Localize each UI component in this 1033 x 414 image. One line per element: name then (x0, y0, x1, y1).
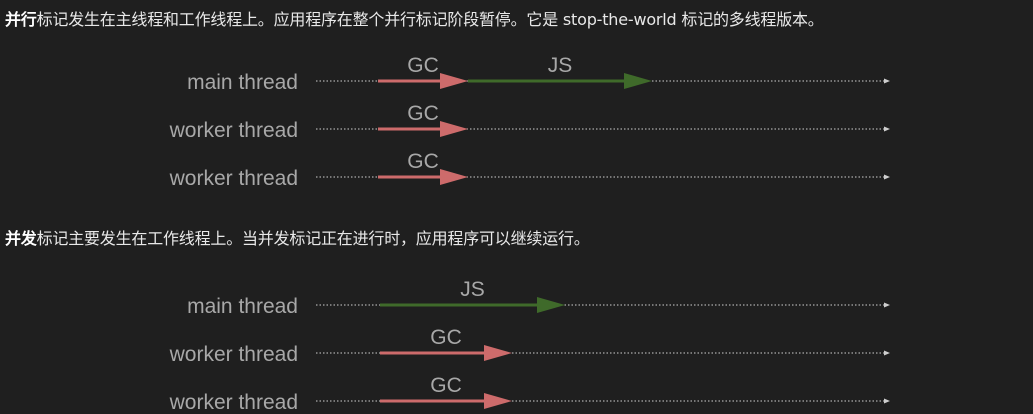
js-arrow-icon (624, 73, 652, 89)
thread-label: worker thread (169, 167, 298, 190)
js-arrow-icon (537, 297, 565, 313)
thread-label: main thread (187, 71, 298, 94)
thread-label: main thread (187, 295, 298, 318)
gc-arrow-icon (484, 345, 512, 361)
gc-segment-label: GC (430, 326, 462, 349)
gc-arrow-icon (440, 73, 468, 89)
thread-label: worker thread (169, 119, 298, 142)
gc-arrow-icon (440, 169, 468, 185)
gc-segment-label: GC (407, 54, 439, 77)
timeline-arrowhead-icon (884, 302, 890, 308)
marking-diagrams: main thread GC JS worker thread GC worker thr… (169, 54, 890, 414)
timeline-arrowhead-icon (884, 350, 890, 356)
gc-segment-label: GC (407, 102, 439, 125)
timeline-arrowhead-icon (884, 174, 890, 180)
thread-label: worker thread (169, 391, 298, 414)
thread-label: worker thread (169, 343, 298, 366)
gc-arrow-icon (484, 393, 512, 409)
timeline-arrowhead-icon (884, 126, 890, 132)
js-segment-label: JS (548, 54, 573, 77)
timeline-arrowhead-icon (884, 78, 890, 84)
timeline-arrowhead-icon (884, 398, 890, 404)
gc-arrow-icon (440, 121, 468, 137)
js-segment-label: JS (460, 278, 485, 301)
gc-segment-label: GC (407, 150, 439, 173)
gc-segment-label: GC (430, 374, 462, 397)
